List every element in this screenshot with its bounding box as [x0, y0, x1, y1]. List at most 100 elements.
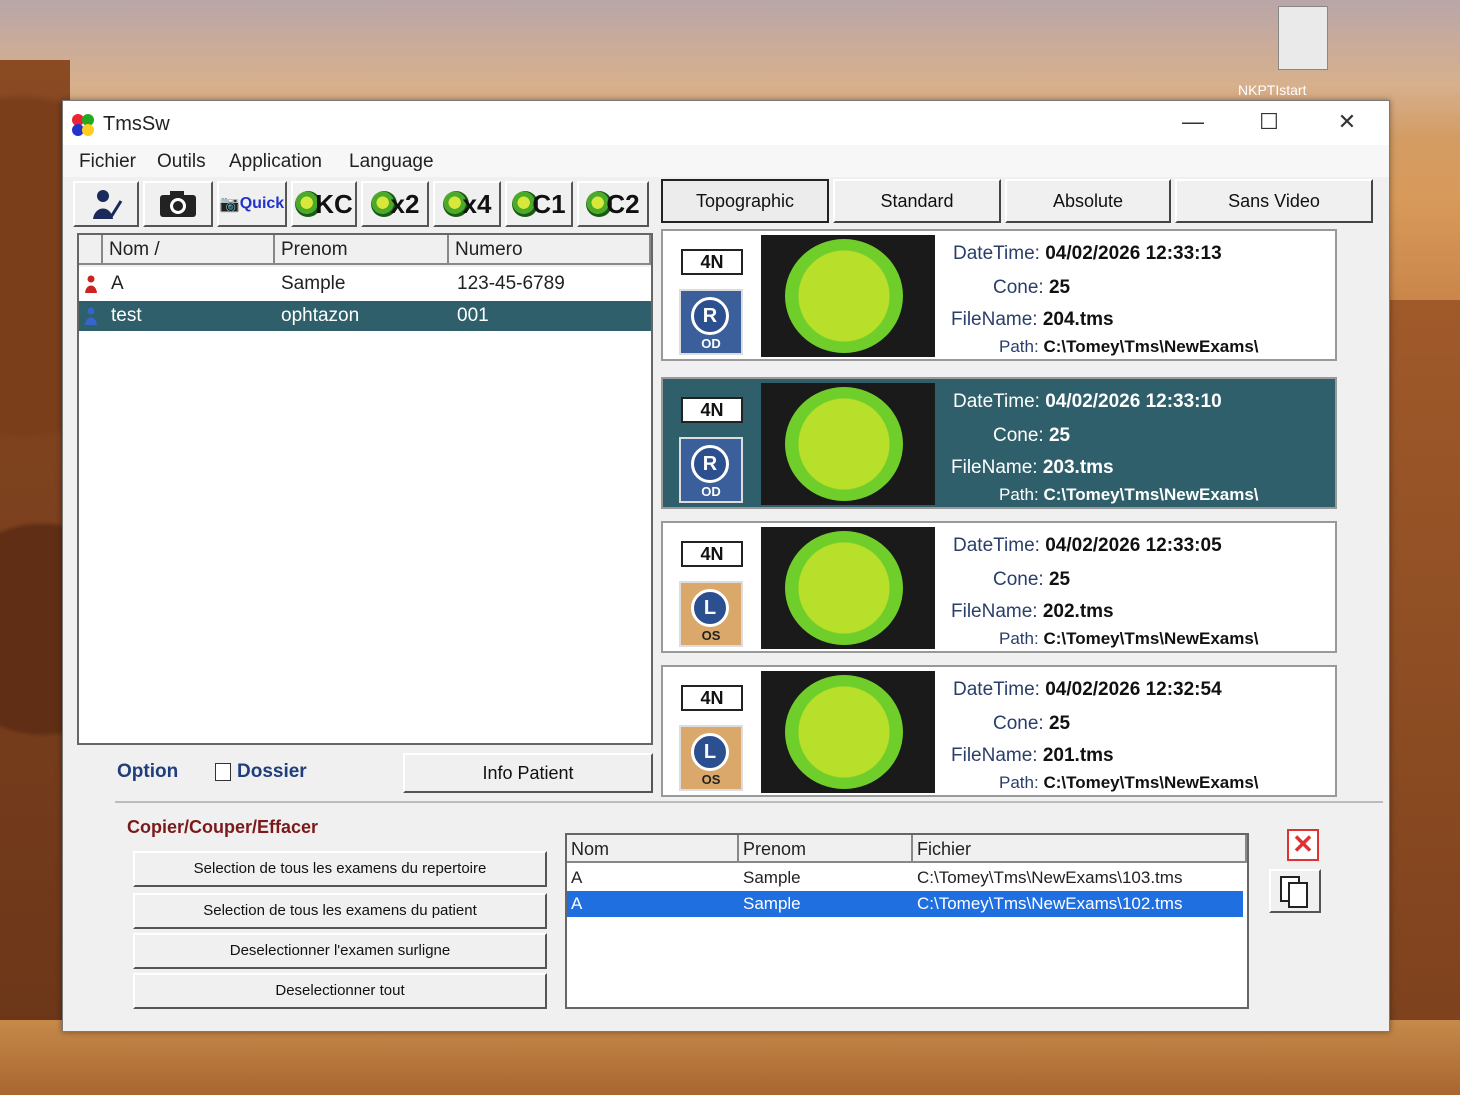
close-button[interactable]: ✕: [1317, 105, 1377, 139]
x2-map-button[interactable]: x2: [361, 181, 429, 227]
patient-edit-button[interactable]: [73, 181, 139, 227]
select-all-patient-button[interactable]: Selection de tous les examens du patient: [133, 893, 547, 929]
eye-side-label: OD: [701, 336, 721, 351]
patient-prenom: ophtazon: [281, 305, 360, 326]
eye-side-label: OS: [701, 772, 721, 787]
x4-map-button[interactable]: x4: [433, 181, 501, 227]
exam-filename: 204.tms: [1042, 309, 1114, 330]
exam-card[interactable]: 4N L OS DateTime: 04/02/2026 12:33:05 Co…: [661, 521, 1337, 653]
selected-files-list: Nom Prenom Fichier A Sample C:\Tomey\Tms…: [565, 833, 1249, 1009]
table-row[interactable]: A Sample C:\Tomey\Tms\NewExams\103.tms: [567, 865, 1243, 891]
exam-card[interactable]: 4N R OD DateTime: 04/02/2026 12:33:13 Co…: [661, 229, 1337, 361]
table-row[interactable]: A Sample 123-45-6789: [79, 269, 651, 299]
patient-list: Nom / Prenom Numero A Sample 123-45-6789…: [77, 233, 653, 745]
exam-info: DateTime: 04/02/2026 12:33:10 Cone: 25 F…: [951, 391, 1259, 504]
topography-map[interactable]: [761, 383, 935, 505]
menu-application[interactable]: Application: [229, 151, 322, 173]
exam-filename: 203.tms: [1042, 457, 1114, 478]
column-fichier[interactable]: Fichier: [913, 835, 1247, 863]
kc-map-button[interactable]: KC: [291, 181, 357, 227]
eye-letter: R: [691, 297, 729, 335]
eye-side-label: OS: [701, 628, 721, 643]
patient-numero: 001: [457, 305, 489, 326]
column-nom[interactable]: Nom: [567, 835, 739, 863]
desktop-icon-label: NKPTIstart: [1238, 82, 1307, 98]
desktop-file-icon[interactable]: [1278, 6, 1328, 70]
maximize-button[interactable]: ☐: [1239, 105, 1299, 139]
camera-icon: [160, 191, 196, 217]
view-tabs: Topographic Standard Absolute Sans Video: [657, 179, 1375, 225]
exam-card[interactable]: 4N L OS DateTime: 04/02/2026 12:32:54 Co…: [661, 665, 1337, 797]
topography-map[interactable]: [761, 671, 935, 793]
column-nom[interactable]: Nom /: [103, 235, 275, 265]
quick-capture-button[interactable]: 📷 Quick: [217, 181, 287, 227]
camera-button[interactable]: [143, 181, 213, 227]
person-edit-icon: [93, 190, 123, 219]
menu-fichier[interactable]: Fichier: [79, 151, 136, 173]
eye-side-label: OD: [701, 484, 721, 499]
c2-map-button[interactable]: C2: [577, 181, 649, 227]
patient-list-header: Nom / Prenom Numero: [79, 235, 651, 267]
topography-map[interactable]: [761, 235, 935, 357]
exam-info: DateTime: 04/02/2026 12:33:13 Cone: 25 F…: [951, 243, 1259, 356]
eye-letter: R: [691, 445, 729, 483]
exam-path: C:\Tomey\Tms\NewExams\: [1043, 485, 1259, 504]
exam-cone: 25: [1048, 425, 1071, 446]
c1-map-button[interactable]: C1: [505, 181, 573, 227]
exam-datetime: 04/02/2026 12:33:05: [1045, 535, 1222, 556]
app-logo-icon: [72, 114, 94, 136]
app-window: TmsSw — ☐ ✕ Fichier Outils Application L…: [62, 100, 1390, 1032]
menu-bar: Fichier Outils Application Language: [63, 145, 1389, 177]
eye-side-badge: R OD: [679, 289, 743, 355]
desktop-rocks-left: [0, 60, 70, 1095]
topography-map[interactable]: [761, 527, 935, 649]
window-title: TmsSw: [103, 113, 170, 135]
table-row[interactable]: A Sample C:\Tomey\Tms\NewExams\102.tms: [567, 891, 1243, 917]
exam-card[interactable]: 4N R OD DateTime: 04/02/2026 12:33:10 Co…: [661, 377, 1337, 509]
copy-icon: [1280, 876, 1308, 908]
exam-path: C:\Tomey\Tms\NewExams\: [1043, 773, 1259, 792]
exam-info: DateTime: 04/02/2026 12:32:54 Cone: 25 F…: [951, 679, 1259, 792]
exam-path: C:\Tomey\Tms\NewExams\: [1043, 629, 1259, 648]
column-prenom[interactable]: Prenom: [275, 235, 449, 265]
menu-outils[interactable]: Outils: [157, 151, 206, 173]
patient-nom: test: [111, 305, 142, 326]
exam-list: 4N R OD DateTime: 04/02/2026 12:33:13 Co…: [657, 229, 1347, 801]
exam-code-badge: 4N: [681, 397, 743, 423]
deselect-highlighted-button[interactable]: Deselectionner l'examen surligne: [133, 933, 547, 969]
exam-code-badge: 4N: [681, 541, 743, 567]
tab-standard[interactable]: Standard: [833, 179, 1001, 223]
menu-language[interactable]: Language: [349, 151, 434, 173]
copy-button[interactable]: [1269, 869, 1321, 913]
camera-quick-icon: 📷: [219, 196, 240, 213]
exam-datetime: 04/02/2026 12:32:54: [1045, 679, 1222, 700]
eye-side-badge: L OS: [679, 581, 743, 647]
exam-datetime: 04/02/2026 12:33:13: [1045, 243, 1222, 264]
deselect-all-button[interactable]: Deselectionner tout: [133, 973, 547, 1009]
table-row[interactable]: test ophtazon 001: [79, 301, 651, 331]
eye-letter: L: [691, 733, 729, 771]
exam-code-badge: 4N: [681, 685, 743, 711]
exam-filename: 202.tms: [1042, 601, 1114, 622]
exam-filename: 201.tms: [1042, 745, 1114, 766]
eye-side-badge: L OS: [679, 725, 743, 791]
tab-absolute[interactable]: Absolute: [1005, 179, 1171, 223]
select-all-directory-button[interactable]: Selection de tous les examens du reperto…: [133, 851, 547, 887]
exam-code-badge: 4N: [681, 249, 743, 275]
column-prenom[interactable]: Prenom: [739, 835, 913, 863]
tab-topographic[interactable]: Topographic: [661, 179, 829, 223]
exam-datetime: 04/02/2026 12:33:10: [1045, 391, 1222, 412]
eye-side-badge: R OD: [679, 437, 743, 503]
exam-path: C:\Tomey\Tms\NewExams\: [1043, 337, 1259, 356]
column-numero[interactable]: Numero: [449, 235, 651, 265]
dossier-checkbox[interactable]: [215, 763, 231, 781]
exam-info: DateTime: 04/02/2026 12:33:05 Cone: 25 F…: [951, 535, 1259, 648]
tab-sans-video[interactable]: Sans Video: [1175, 179, 1373, 223]
delete-selection-button[interactable]: ✕: [1287, 829, 1319, 861]
info-patient-button[interactable]: Info Patient: [403, 753, 653, 793]
minimize-button[interactable]: —: [1163, 105, 1223, 139]
exam-cone: 25: [1048, 569, 1071, 590]
dossier-label[interactable]: Dossier: [237, 761, 307, 783]
person-icon: [85, 275, 97, 293]
copy-cut-delete-panel: Copier/Couper/Effacer Selection de tous …: [115, 801, 1383, 1025]
